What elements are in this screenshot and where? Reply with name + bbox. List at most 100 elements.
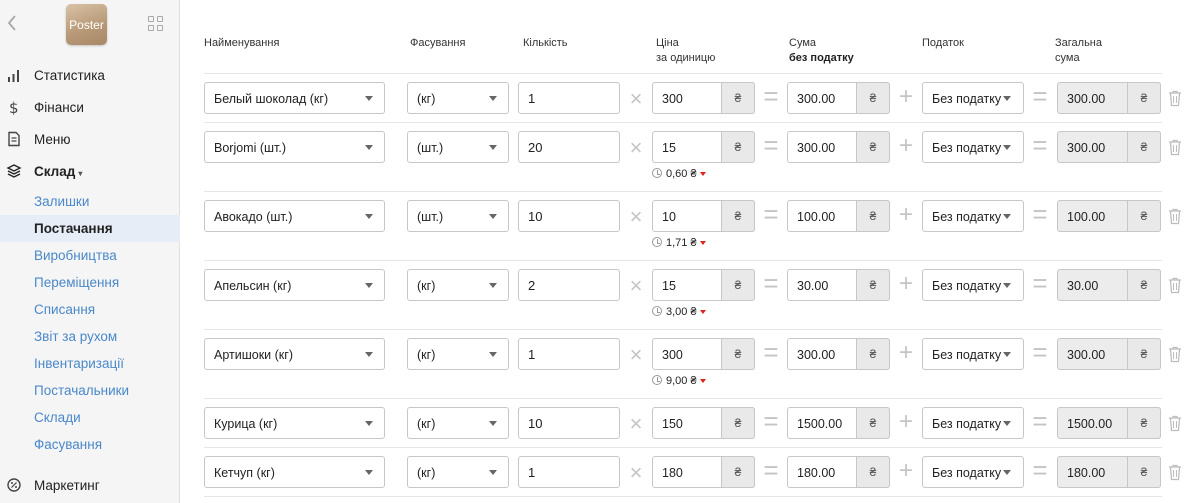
equals-icon: = bbox=[763, 130, 779, 160]
trash-icon[interactable] bbox=[1167, 207, 1183, 225]
equals-icon: = bbox=[763, 199, 779, 229]
packing-select[interactable]: (шт.) bbox=[407, 200, 509, 232]
tax-select[interactable]: Без податку bbox=[922, 456, 1024, 488]
tax-select[interactable]: Без податку bbox=[922, 407, 1024, 439]
packing-select[interactable]: (шт.) bbox=[407, 131, 509, 163]
price-value: 180 bbox=[662, 466, 683, 480]
equals-icon: = bbox=[763, 455, 779, 485]
product-select-value: Курица (кг) bbox=[214, 417, 278, 431]
total-field: 300.00 ₴ bbox=[1057, 338, 1161, 370]
trash-icon[interactable] bbox=[1167, 276, 1183, 294]
product-select[interactable]: Кетчуп (кг) bbox=[204, 456, 385, 488]
sum-input[interactable]: 1500.00 ₴ bbox=[787, 407, 890, 439]
currency-addon: ₴ bbox=[1127, 407, 1161, 439]
chevron-down-icon bbox=[1003, 470, 1011, 475]
trash-icon[interactable] bbox=[1167, 463, 1183, 481]
product-select[interactable]: Borjomi (шт.) bbox=[204, 131, 385, 163]
quantity-input[interactable]: 1 bbox=[518, 456, 620, 488]
price-value: 15 bbox=[662, 279, 676, 293]
price-input[interactable]: 10 ₴ bbox=[652, 200, 755, 232]
packing-select-value: (шт.) bbox=[417, 141, 444, 155]
sidebar-item-production[interactable]: Виробництва bbox=[0, 242, 180, 269]
poster-logo[interactable]: Poster bbox=[66, 4, 107, 45]
packing-select-value: (шт.) bbox=[417, 210, 444, 224]
currency-addon: ₴ bbox=[721, 269, 755, 301]
packing-select[interactable]: (кг) bbox=[407, 338, 509, 370]
equals-icon: = bbox=[763, 337, 779, 367]
sum-input[interactable]: 300.00 ₴ bbox=[787, 338, 890, 370]
apps-grid-icon[interactable] bbox=[148, 16, 164, 32]
sum-input[interactable]: 100.00 ₴ bbox=[787, 200, 890, 232]
sidebar-item-inventory[interactable]: Інвентаризації bbox=[0, 350, 180, 377]
header-price: Ціна за одиницю bbox=[656, 36, 715, 66]
price-input[interactable]: 300 ₴ bbox=[652, 82, 755, 114]
sum-input[interactable]: 300.00 ₴ bbox=[787, 131, 890, 163]
product-select[interactable]: Апельсин (кг) bbox=[204, 269, 385, 301]
nav-item-statistics[interactable]: Статистика bbox=[0, 62, 180, 89]
back-chevron-icon[interactable] bbox=[6, 13, 20, 33]
packing-select[interactable]: (кг) bbox=[407, 407, 509, 439]
sum-input[interactable]: 180.00 ₴ bbox=[787, 456, 890, 488]
tax-select[interactable]: Без податку bbox=[922, 131, 1024, 163]
sum-value: 1500.00 bbox=[797, 417, 843, 431]
packing-select-value: (кг) bbox=[417, 279, 436, 293]
sum-input[interactable]: 300.00 ₴ bbox=[787, 82, 890, 114]
tax-select[interactable]: Без податку bbox=[922, 200, 1024, 232]
equals-icon: = bbox=[1032, 81, 1048, 111]
price-input[interactable]: 180 ₴ bbox=[652, 456, 755, 488]
total-field: 180.00 ₴ bbox=[1057, 456, 1161, 488]
chevron-down-icon bbox=[1003, 145, 1011, 150]
currency-addon: ₴ bbox=[856, 269, 890, 301]
price-input[interactable]: 15 ₴ bbox=[652, 269, 755, 301]
sidebar-item-movement-report[interactable]: Звіт за рухом bbox=[0, 323, 180, 350]
quantity-input[interactable]: 10 bbox=[518, 407, 620, 439]
price-value: 150 bbox=[662, 417, 683, 431]
quantity-input[interactable]: 2 bbox=[518, 269, 620, 301]
quantity-input[interactable]: 20 bbox=[518, 131, 620, 163]
product-select[interactable]: Курица (кг) bbox=[204, 407, 385, 439]
table-row: Авокадо (шт.) (шт.) 10 × 10 ₴ = 100.00 ₴ +… bbox=[204, 192, 1181, 261]
nav-item-warehouse[interactable]: Склад ▾ bbox=[0, 158, 180, 185]
sidebar-item-stock[interactable]: Залишки bbox=[0, 188, 180, 215]
packing-select[interactable]: (кг) bbox=[407, 269, 509, 301]
product-select[interactable]: Белый шоколад (кг) bbox=[204, 82, 385, 114]
price-change-value: 3,00 ₴ bbox=[666, 306, 697, 318]
packing-select-value: (кг) bbox=[417, 92, 436, 106]
trash-icon[interactable] bbox=[1167, 138, 1183, 156]
currency-addon: ₴ bbox=[721, 82, 755, 114]
packing-select[interactable]: (кг) bbox=[407, 82, 509, 114]
sidebar-item-supplies[interactable]: Постачання bbox=[0, 215, 180, 242]
chevron-down-icon bbox=[489, 96, 497, 101]
table-row: Курица (кг) (кг) 10 × 150 ₴ = 1500.00 ₴ + … bbox=[204, 399, 1181, 448]
product-select[interactable]: Авокадо (шт.) bbox=[204, 200, 385, 232]
sidebar-item-transfers[interactable]: Переміщення bbox=[0, 269, 180, 296]
nav-item-finance[interactable]: $ Фінанси bbox=[0, 94, 180, 121]
sum-input[interactable]: 30.00 ₴ bbox=[787, 269, 890, 301]
header-packing: Фасування bbox=[410, 37, 466, 49]
chevron-down-icon bbox=[1003, 283, 1011, 288]
quantity-input[interactable]: 1 bbox=[518, 338, 620, 370]
nav-item-menu[interactable]: Меню bbox=[0, 126, 180, 153]
price-input[interactable]: 150 ₴ bbox=[652, 407, 755, 439]
sidebar-item-packing[interactable]: Фасування bbox=[0, 431, 180, 458]
trash-icon[interactable] bbox=[1167, 345, 1183, 363]
trash-icon[interactable] bbox=[1167, 89, 1183, 107]
quantity-input[interactable]: 1 bbox=[518, 82, 620, 114]
tax-select[interactable]: Без податку bbox=[922, 269, 1024, 301]
tax-select[interactable]: Без податку bbox=[922, 338, 1024, 370]
quantity-input[interactable]: 10 bbox=[518, 200, 620, 232]
sub-item-label: Склади bbox=[34, 410, 81, 425]
trash-icon[interactable] bbox=[1167, 414, 1183, 432]
product-select[interactable]: Артишоки (кг) bbox=[204, 338, 385, 370]
tax-select[interactable]: Без податку bbox=[922, 82, 1024, 114]
packing-select[interactable]: (кг) bbox=[407, 456, 509, 488]
price-input[interactable]: 15 ₴ bbox=[652, 131, 755, 163]
layers-icon bbox=[6, 164, 22, 178]
chevron-down-icon bbox=[489, 470, 497, 475]
nav-item-marketing[interactable]: Маркетинг bbox=[0, 472, 180, 499]
equals-icon: = bbox=[1032, 455, 1048, 485]
sidebar-item-warehouses[interactable]: Склади bbox=[0, 404, 180, 431]
price-input[interactable]: 300 ₴ bbox=[652, 338, 755, 370]
sidebar-item-writeoffs[interactable]: Списання bbox=[0, 296, 180, 323]
sidebar-item-suppliers[interactable]: Постачальники bbox=[0, 377, 180, 404]
